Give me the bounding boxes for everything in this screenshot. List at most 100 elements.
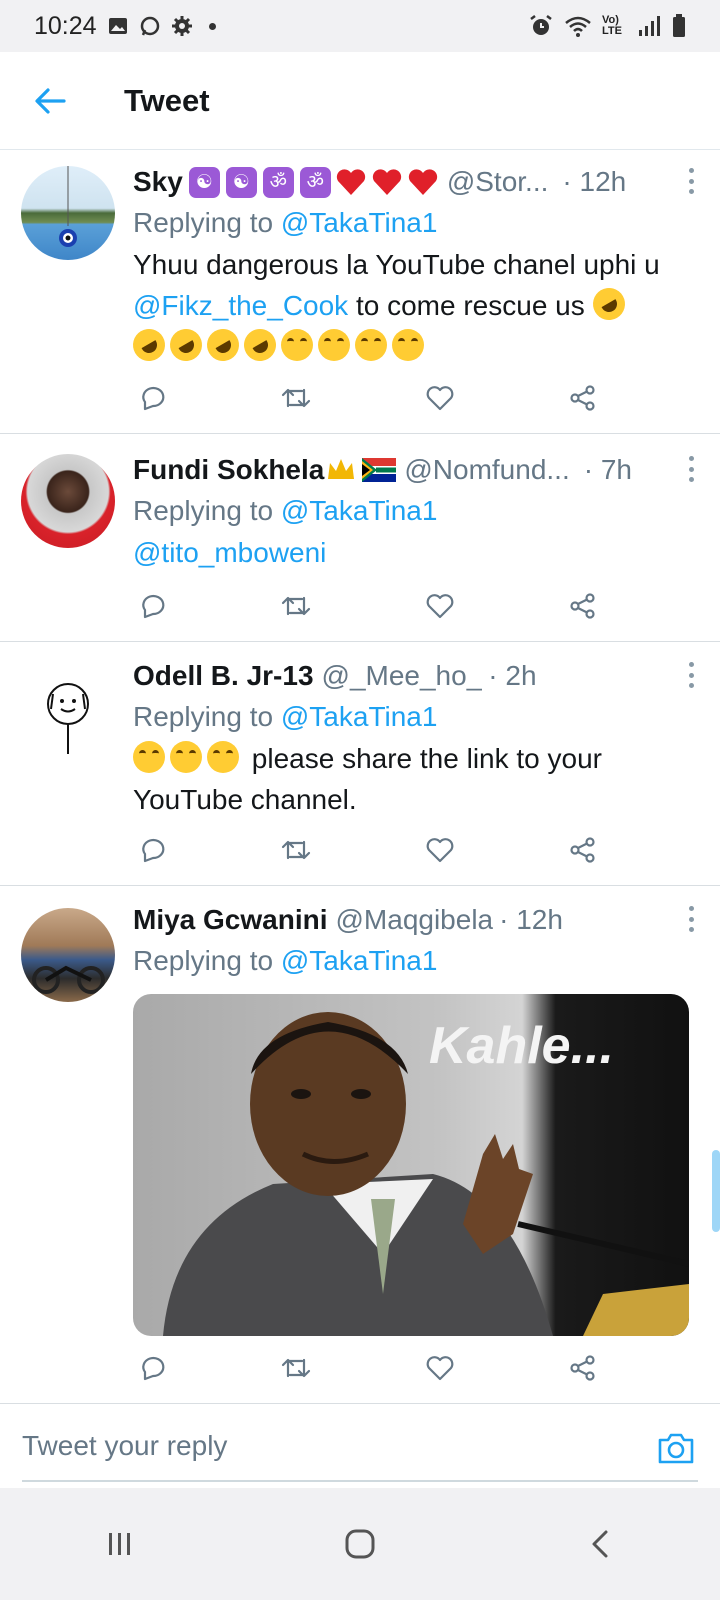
replying-to-mention[interactable]: @TakaTina1	[281, 495, 438, 526]
reply-button[interactable]	[133, 586, 173, 626]
replying-to: Replying to @TakaTina1	[133, 490, 690, 532]
yin-yang-emoji: ☯	[188, 166, 220, 198]
tweet-text: please share the link to your YouTube ch…	[133, 738, 690, 820]
display-name[interactable]: Fundi Sokhela	[133, 454, 324, 486]
camera-icon	[658, 1433, 694, 1464]
user-handle[interactable]: @_Mee_ho_	[322, 660, 483, 692]
evil-eye-charm-icon	[59, 166, 77, 247]
like-button[interactable]	[420, 1348, 460, 1388]
retweet-button[interactable]	[276, 1348, 316, 1388]
retweet-button[interactable]	[276, 378, 316, 418]
more-vertical-icon[interactable]	[680, 166, 702, 196]
tweet-actions	[133, 830, 603, 870]
like-button[interactable]	[420, 586, 460, 626]
share-icon	[570, 385, 595, 411]
tweet-media-image[interactable]: Kahle...	[133, 994, 689, 1336]
user-handle[interactable]: @Maqgibela	[336, 904, 494, 936]
media-caption: Kahle...	[429, 1017, 614, 1075]
reply-input[interactable]: Tweet your reply	[22, 1422, 582, 1470]
tears-of-joy-emoji	[318, 329, 350, 361]
motorbike-avatar-icon	[32, 965, 105, 994]
tweet-card[interactable]: Odell B. Jr-13 @_Mee_ho_ · 2h Replying t…	[0, 642, 720, 886]
share-button[interactable]	[563, 830, 603, 870]
like-button[interactable]	[420, 378, 460, 418]
avatar[interactable]	[21, 664, 115, 758]
app-header: Tweet	[0, 52, 720, 150]
tweet-header: Odell B. Jr-13 @_Mee_ho_ · 2h	[133, 656, 690, 696]
page-title: Tweet	[124, 82, 210, 118]
reply-icon	[142, 386, 165, 411]
replying-to-mention[interactable]: @TakaTina1	[281, 207, 438, 238]
network-type: Vo) LTE	[602, 14, 622, 37]
mention-link[interactable]: @Fikz_the_Cook	[133, 290, 348, 321]
display-name[interactable]: Sky	[133, 166, 183, 198]
replying-to-mention[interactable]: @TakaTina1	[281, 945, 438, 976]
tears-of-joy-emoji	[392, 329, 424, 361]
om-emoji: ॐ	[299, 166, 331, 198]
share-button[interactable]	[563, 586, 603, 626]
tweet-actions	[133, 378, 603, 418]
share-button[interactable]	[563, 1348, 603, 1388]
back-button[interactable]	[0, 52, 100, 150]
avatar[interactable]	[21, 454, 115, 548]
status-bar: 10:24 Vo) LTE	[0, 0, 720, 52]
wifi-icon	[565, 16, 591, 37]
more-vertical-icon[interactable]	[680, 660, 702, 690]
reply-button[interactable]	[133, 1348, 173, 1388]
retweet-icon	[282, 840, 311, 860]
home-icon	[345, 1529, 375, 1559]
display-name[interactable]: Miya Gcwanini	[133, 904, 328, 936]
tweet-actions	[133, 1348, 603, 1388]
rofl-emoji	[164, 323, 208, 367]
reply-icon	[142, 1356, 165, 1381]
scrollbar-thumb[interactable]	[712, 1150, 720, 1232]
display-name[interactable]: Odell B. Jr-13	[133, 660, 314, 692]
south-africa-flag-emoji	[362, 458, 397, 482]
stick-figure-avatar-icon	[47, 683, 89, 754]
like-button[interactable]	[420, 830, 460, 870]
replying-to: Replying to @TakaTina1	[133, 696, 690, 738]
red-heart-emoji	[372, 169, 401, 195]
replying-to-mention[interactable]: @TakaTina1	[281, 701, 438, 732]
retweet-button[interactable]	[276, 830, 316, 870]
tweet-text-part: Yhuu dangerous la YouTube chanel uphi u	[133, 249, 660, 280]
more-vertical-icon[interactable]	[680, 454, 702, 484]
tweet-actions	[133, 586, 603, 626]
red-heart-emoji	[336, 169, 365, 195]
tweet-card[interactable]: Miya Gcwanini @Maqgibela · 12h Replying …	[0, 886, 720, 1404]
tweet-header: Miya Gcwanini @Maqgibela · 12h	[133, 900, 690, 940]
avatar[interactable]	[21, 908, 115, 1002]
reply-button[interactable]	[133, 830, 173, 870]
tears-of-joy-emoji	[355, 329, 387, 361]
tweet-text-part: please share the link to your YouTube ch…	[133, 743, 602, 815]
user-handle[interactable]: @Nomfund...	[404, 454, 569, 486]
recents-button[interactable]	[80, 1504, 160, 1584]
share-icon	[570, 593, 595, 619]
signal-icon	[639, 16, 660, 36]
tweet-header: Fundi Sokhela @Nomfund... · 7h	[133, 450, 690, 490]
retweet-button[interactable]	[276, 586, 316, 626]
heart-icon	[426, 386, 454, 411]
heart-icon	[426, 838, 454, 863]
alarm-icon	[530, 15, 552, 35]
share-button[interactable]	[563, 378, 603, 418]
mention-link[interactable]: @tito_mboweni	[133, 537, 326, 568]
rofl-emoji	[127, 323, 171, 367]
nav-back-button[interactable]	[560, 1504, 640, 1584]
replying-label: Replying to	[133, 945, 274, 976]
share-icon	[570, 837, 595, 863]
reply-button[interactable]	[133, 378, 173, 418]
battery-icon	[673, 14, 685, 37]
heart-icon	[426, 594, 454, 619]
camera-button[interactable]	[656, 1430, 696, 1466]
tweet-card[interactable]: Sky ☯ ☯ ॐ ॐ @Stor... · 12h Replying to @…	[0, 150, 720, 434]
tweet-time: · 12h	[562, 166, 627, 197]
tweet-card[interactable]: Fundi Sokhela @Nomfund... · 7h Replying …	[0, 434, 720, 642]
home-button[interactable]	[320, 1504, 400, 1584]
tweet-header: Sky ☯ ☯ ॐ ॐ @Stor... · 12h	[133, 162, 690, 202]
reply-input-underline	[22, 1480, 698, 1482]
tweet-text: Yhuu dangerous la YouTube chanel uphi u …	[127, 244, 690, 367]
more-vertical-icon[interactable]	[680, 904, 702, 934]
user-handle[interactable]: @Stor...	[447, 166, 549, 198]
avatar[interactable]	[21, 166, 115, 260]
